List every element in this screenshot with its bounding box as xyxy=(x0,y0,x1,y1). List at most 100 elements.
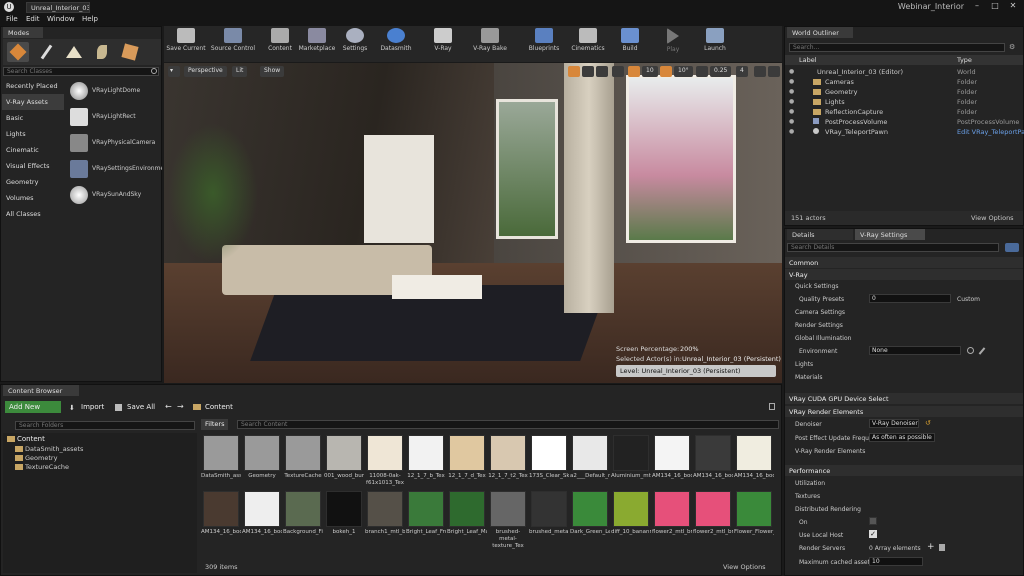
details-tab[interactable]: Details xyxy=(787,229,853,240)
asset-thumbnail[interactable] xyxy=(736,491,772,527)
geometry-mode-icon[interactable] xyxy=(119,42,141,62)
modes-tab[interactable]: Modes xyxy=(3,27,43,38)
trash-icon[interactable] xyxy=(939,544,945,551)
category-lights[interactable]: Lights xyxy=(2,126,64,142)
asset-thumbnail[interactable] xyxy=(203,435,239,471)
maximize-viewport-icon[interactable] xyxy=(754,66,766,77)
materials-label[interactable]: Materials xyxy=(795,374,823,381)
asset-thumbnail[interactable] xyxy=(572,435,608,471)
asset-thumbnail[interactable] xyxy=(490,435,526,471)
post-effect-dropdown[interactable]: As often as possible xyxy=(869,433,935,442)
category-volumes[interactable]: Volumes xyxy=(2,190,64,206)
category-visual-effects[interactable]: Visual Effects xyxy=(2,158,64,174)
lit-button[interactable]: Lit xyxy=(232,66,248,77)
scale-icon[interactable] xyxy=(596,66,608,77)
outliner-row-lights[interactable]: ● Lights Folder xyxy=(785,97,1023,107)
visibility-eye-icon[interactable]: ● xyxy=(789,98,794,105)
asset-thumbnail[interactable] xyxy=(408,491,444,527)
angle-snap-value[interactable]: 10° xyxy=(674,66,693,77)
asset-vray-light-rect[interactable]: VRayLightRect xyxy=(68,106,163,128)
vray-render-elements-label[interactable]: V-Ray Render Elements xyxy=(795,448,865,455)
category-vray-assets[interactable]: V-Ray Assets xyxy=(2,94,64,110)
section-performance[interactable]: Performance xyxy=(785,465,1023,476)
category-cinematic[interactable]: Cinematic xyxy=(2,142,64,158)
content-view-options[interactable]: View Options xyxy=(723,563,766,571)
section-common[interactable]: Common xyxy=(785,257,1023,268)
asset-thumbnail[interactable] xyxy=(613,491,649,527)
asset-thumbnail[interactable] xyxy=(531,435,567,471)
minimize-button[interactable]: – xyxy=(970,1,984,12)
viewport-layout-icon[interactable] xyxy=(768,66,780,77)
vray-settings-tab[interactable]: V-Ray Settings xyxy=(855,229,925,240)
add-element-icon[interactable]: + xyxy=(927,542,935,552)
asset-vray-light-dome[interactable]: VRayLightDome xyxy=(68,80,163,102)
forward-arrow-icon[interactable]: → xyxy=(177,402,184,411)
cinematics-button[interactable]: Cinematics xyxy=(568,27,608,57)
asset-vray-physical-camera[interactable]: VRayPhysicalCamera xyxy=(68,132,163,154)
category-recently-placed[interactable]: Recently Placed xyxy=(2,78,64,94)
asset-thumbnail[interactable] xyxy=(285,435,321,471)
category-all-classes[interactable]: All Classes xyxy=(2,206,64,222)
search-classes-input[interactable]: Search Classes xyxy=(3,67,159,76)
asset-thumbnail[interactable] xyxy=(244,491,280,527)
asset-thumbnail[interactable] xyxy=(654,435,690,471)
outliner-row-teleportpawn[interactable]: ● VRay_TeleportPawn Edit VRay_TeleportPa xyxy=(785,127,1024,137)
scale-snap-value[interactable]: 0.25 xyxy=(710,66,732,77)
asset-thumbnail[interactable] xyxy=(203,491,239,527)
outliner-row-world[interactable]: ● Unreal_Interior_03 (Editor) World xyxy=(785,67,1023,77)
asset-thumbnail[interactable] xyxy=(408,435,444,471)
import-button[interactable]: Import xyxy=(77,401,108,413)
close-button[interactable]: ✕ xyxy=(1006,1,1020,12)
asset-thumbnail[interactable] xyxy=(654,491,690,527)
asset-thumbnail[interactable] xyxy=(531,491,567,527)
category-geometry[interactable]: Geometry xyxy=(2,174,64,190)
edit-blueprint-link[interactable]: Edit VRay_TeleportPa xyxy=(957,128,1024,136)
asset-vray-sun-and-sky[interactable]: VRaySunAndSky xyxy=(68,184,163,206)
eyedropper-icon[interactable] xyxy=(978,347,986,355)
visibility-eye-icon[interactable]: ● xyxy=(789,118,794,125)
browse-icon[interactable] xyxy=(967,347,974,354)
visibility-eye-icon[interactable]: ● xyxy=(789,68,794,75)
back-arrow-icon[interactable]: ← xyxy=(165,402,172,411)
visibility-eye-icon[interactable]: ● xyxy=(789,108,794,115)
environment-dropdown[interactable]: None xyxy=(869,346,961,355)
lights-label[interactable]: Lights xyxy=(795,361,813,368)
outliner-row-postprocessvolume[interactable]: ● PostProcessVolume PostProcessVolume xyxy=(785,117,1023,127)
launch-button[interactable]: Launch xyxy=(700,27,730,57)
asset-thumbnail[interactable] xyxy=(326,491,362,527)
details-view-icon[interactable] xyxy=(1005,243,1019,252)
asset-vray-settings-environment[interactable]: VRaySettingsEnvironment xyxy=(68,158,163,180)
settings-button[interactable]: Settings xyxy=(338,27,372,57)
tree-datasmith-assets[interactable]: DataSmith_assets xyxy=(15,445,83,453)
visibility-eye-icon[interactable]: ● xyxy=(789,128,794,135)
col-type-header[interactable]: Type xyxy=(957,56,972,64)
asset-thumbnail[interactable] xyxy=(572,491,608,527)
angle-snap-icon[interactable] xyxy=(660,66,672,77)
tree-content[interactable]: Content xyxy=(7,435,45,443)
section-vray[interactable]: V-Ray xyxy=(785,269,1023,280)
filters-button[interactable]: Filters xyxy=(201,419,229,430)
section-render-elements[interactable]: VRay Render Elements xyxy=(785,406,1023,417)
menu-edit[interactable]: Edit xyxy=(26,15,40,23)
camera-settings-label[interactable]: Camera Settings xyxy=(795,309,845,316)
perspective-button[interactable]: Perspective xyxy=(184,66,227,77)
rotate-icon[interactable] xyxy=(582,66,594,77)
maximize-button[interactable]: □ xyxy=(988,1,1002,12)
world-icon[interactable] xyxy=(612,66,624,77)
asset-thumbnail[interactable] xyxy=(449,491,485,527)
outliner-row-geometry[interactable]: ● Geometry Folder xyxy=(785,87,1023,97)
render-settings-label[interactable]: Render Settings xyxy=(795,322,843,329)
distributed-rendering-label[interactable]: Distributed Rendering xyxy=(795,506,861,513)
place-mode-icon[interactable] xyxy=(7,42,29,62)
visibility-eye-icon[interactable]: ● xyxy=(789,88,794,95)
max-cached-field[interactable]: 10 xyxy=(869,557,923,566)
asset-thumbnail[interactable] xyxy=(736,435,772,471)
visibility-eye-icon[interactable]: ● xyxy=(789,78,794,85)
level-viewport[interactable]: ▾ Perspective Lit Show 10 10° 0.25 4 Scr… xyxy=(164,63,782,383)
world-outliner-tab[interactable]: World Outliner xyxy=(787,27,853,38)
quality-presets-field[interactable]: 0 xyxy=(869,294,951,303)
asset-thumbnail[interactable] xyxy=(695,435,731,471)
paint-mode-icon[interactable] xyxy=(35,42,57,62)
save-current-button[interactable]: Save Current xyxy=(166,27,206,57)
asset-thumbnail[interactable] xyxy=(367,435,403,471)
